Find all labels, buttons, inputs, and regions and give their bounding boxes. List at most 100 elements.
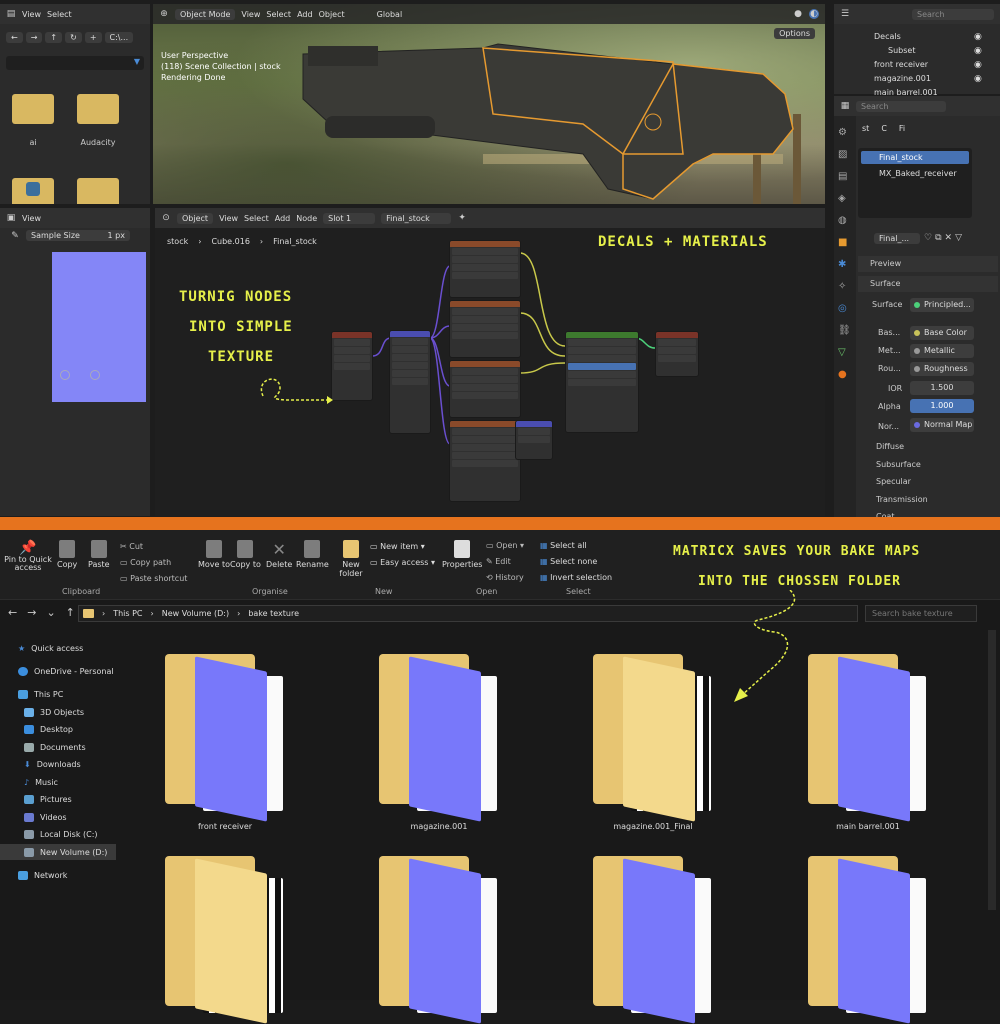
principled-bsdf-node[interactable] <box>565 331 639 433</box>
scene-tab-icon[interactable]: ◈ <box>838 188 852 210</box>
outliner-search[interactable]: Search <box>912 8 994 20</box>
explorer-search[interactable]: Search bake texture <box>865 605 977 622</box>
nav-network[interactable]: Network <box>18 867 67 883</box>
transform-orientation[interactable]: Global <box>377 10 403 19</box>
surface-panel-header[interactable]: Surface <box>858 276 998 292</box>
copy-to-button[interactable]: Copy to <box>230 540 261 569</box>
nav-this-pc[interactable]: This PC <box>18 686 63 702</box>
ior-field[interactable]: 1.500 <box>910 381 974 395</box>
history-button[interactable]: ⟲ History <box>486 570 524 586</box>
node-editor-panel[interactable]: ⊙ Object View Select Add Node Slot 1 Fin… <box>155 208 825 516</box>
nav-local-disk[interactable]: Local Disk (C:) <box>24 826 98 842</box>
data-tab-icon[interactable]: ▽ <box>838 342 852 364</box>
world-tab-icon[interactable]: ◍ <box>838 210 852 232</box>
material-tab-icon[interactable]: ● <box>838 364 852 386</box>
paste-button[interactable]: Paste <box>88 540 110 569</box>
forward-icon[interactable]: → <box>27 606 36 619</box>
forward-arrow-icon[interactable]: → <box>25 32 43 43</box>
parent-dir-icon[interactable]: ↑ <box>45 32 63 43</box>
new-folder-button[interactable]: New folder <box>338 540 364 578</box>
nav-3d-objects[interactable]: 3D Objects <box>24 704 84 720</box>
fake-user-icon[interactable]: ♡ <box>924 233 932 243</box>
transmission-subpanel[interactable]: Transmission <box>876 491 928 509</box>
copy-button[interactable]: Copy <box>57 540 77 569</box>
render-tab-icon[interactable]: ▨ <box>838 144 852 166</box>
duplicate-icon[interactable]: ⧉ <box>935 233 941 243</box>
eyedropper-icon[interactable]: ✎ <box>10 231 20 241</box>
menu-view[interactable]: View <box>22 10 41 19</box>
shading-solid-icon[interactable]: ● <box>793 9 803 19</box>
up-icon[interactable]: ↑ <box>66 606 75 619</box>
shading-rendered-icon[interactable]: ◐ <box>809 9 819 19</box>
modifier-tab-icon[interactable]: ✱ <box>838 254 852 276</box>
viewport-menu-object[interactable]: Object <box>319 10 345 19</box>
refresh-icon[interactable]: ↻ <box>65 32 82 43</box>
nav-documents[interactable]: Documents <box>24 739 86 755</box>
breadcrumb-mesh[interactable]: C <box>881 124 887 133</box>
constraints-tab-icon[interactable]: ⛓ <box>838 320 852 342</box>
viewport-3d[interactable]: ⊕ Object Mode View Select Add Object Glo… <box>153 4 825 204</box>
mapping-node[interactable] <box>389 330 431 434</box>
address-part[interactable]: bake texture <box>248 609 299 618</box>
specular-subpanel[interactable]: Specular <box>876 473 928 491</box>
tool-tab-icon[interactable]: ⚙ <box>838 122 852 144</box>
base-color-field[interactable]: Base Color <box>910 326 974 340</box>
properties-icon[interactable]: ▦ <box>840 101 850 111</box>
properties-search[interactable]: Search <box>856 100 946 112</box>
outliner-item[interactable]: front receiver <box>874 58 938 72</box>
copy-path-button[interactable]: ▭ Copy path <box>120 555 187 571</box>
folder-icon[interactable]: ▤ <box>6 9 16 19</box>
easy-access-button[interactable]: ▭ Easy access ▾ <box>370 555 435 571</box>
image-texture-node-normal[interactable] <box>449 420 521 502</box>
folder-item[interactable] <box>593 654 713 822</box>
open-button[interactable]: ▭ Open ▾ <box>486 538 524 554</box>
folder-item-python[interactable] <box>12 178 54 204</box>
nav-downloads[interactable]: ⬇ Downloads <box>24 756 81 772</box>
folder-item[interactable] <box>165 856 285 1024</box>
folder-item[interactable]: › <box>808 856 928 1024</box>
texture-coordinate-node[interactable] <box>331 331 373 401</box>
folder-item[interactable]: › <box>379 856 499 1024</box>
normal-map-node[interactable] <box>515 420 553 460</box>
address-part[interactable]: This PC <box>113 609 142 618</box>
mode-dropdown[interactable]: Object Mode <box>175 8 236 20</box>
back-icon[interactable]: ← <box>8 606 17 619</box>
filter-icon[interactable]: ▼ <box>134 57 140 66</box>
recent-chevron-icon[interactable]: ⌄ <box>46 606 55 619</box>
image-texture-node-metallic[interactable] <box>449 360 521 418</box>
eye-icon[interactable]: ◉ <box>974 30 982 44</box>
nav-new-volume[interactable]: New Volume (D:) <box>0 844 116 860</box>
folder-item[interactable]: › <box>379 654 499 822</box>
new-folder-icon[interactable]: + <box>84 32 102 43</box>
viewport-menu-select[interactable]: Select <box>266 10 291 19</box>
preview-panel-header[interactable]: Preview <box>858 256 998 272</box>
eye-icon[interactable]: ◉ <box>974 44 982 58</box>
paste-shortcut-button[interactable]: ▭ Paste shortcut <box>120 571 187 587</box>
normal-map-image[interactable] <box>52 252 146 402</box>
material-output-node[interactable] <box>655 331 699 377</box>
viewport-menu-view[interactable]: View <box>241 10 260 19</box>
nav-music[interactable]: ♪ Music <box>24 774 58 790</box>
folder-item[interactable] <box>77 178 119 204</box>
folder-item-ai[interactable]: ai <box>12 94 54 147</box>
nav-desktop[interactable]: Desktop <box>24 721 73 737</box>
viewport-menu-add[interactable]: Add <box>297 10 313 19</box>
eye-icon[interactable]: ◉ <box>974 72 982 86</box>
select-none-button[interactable]: ▦ Select none <box>540 554 612 570</box>
nav-onedrive[interactable]: OneDrive - Personal <box>18 663 114 679</box>
nav-quick-access[interactable]: ★ Quick access <box>18 640 83 656</box>
options-button[interactable]: Options <box>774 28 815 39</box>
outliner-item[interactable]: Decals <box>874 30 938 44</box>
outliner-icon[interactable]: ☰ <box>840 9 850 19</box>
folder-item[interactable]: › <box>165 654 285 822</box>
folder-item[interactable]: › <box>593 856 713 1024</box>
delete-icon[interactable]: ✕ <box>945 233 953 243</box>
outliner-item[interactable]: magazine.001 <box>874 72 938 86</box>
breadcrumb-object[interactable]: st <box>862 124 869 133</box>
nav-videos[interactable]: Videos <box>24 809 67 825</box>
output-tab-icon[interactable]: ▤ <box>838 166 852 188</box>
select-all-button[interactable]: ▦ Select all <box>540 538 612 554</box>
pin-quick-access-button[interactable]: 📌 Pin to Quick access <box>4 540 52 572</box>
back-arrow-icon[interactable]: ← <box>6 32 23 43</box>
nav-pictures[interactable]: Pictures <box>24 791 72 807</box>
